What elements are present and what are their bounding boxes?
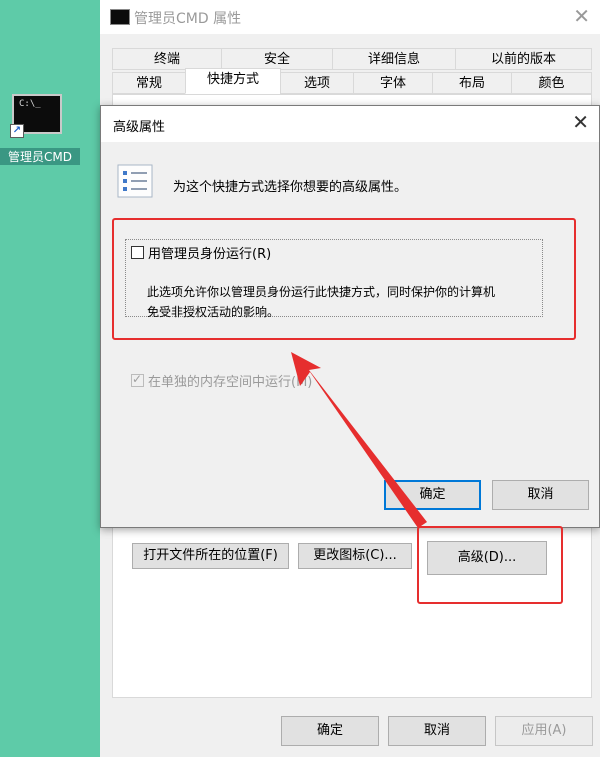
advanced-properties-dialog: 高级属性 ✕ 为这个快捷方式选择你想要的高级属性。 用管理员身份运行(R) 此选… [100,105,600,528]
separate-memory-label: 在单独的内存空间中运行(M) [148,375,313,390]
separate-memory-checkbox [131,372,144,387]
advanced-ok-button[interactable]: 确定 [384,480,481,510]
advanced-button[interactable]: 高级(D)... [427,541,547,575]
explanation-line-1: 此选项允许你以管理员身份运行此快捷方式，同时保护你的计算机 [147,285,496,299]
advanced-title: 高级属性 [113,120,166,135]
tab-options[interactable]: 选项 [280,72,354,94]
run-as-admin-checkbox[interactable] [131,246,144,259]
desktop-shortcut-label: 管理员CMD [0,148,80,165]
properties-ok-button[interactable]: 确定 [281,716,379,746]
cmd-app-icon [110,9,130,25]
shortcut-arrow-icon: ↗ [10,124,24,138]
properties-titlebar: 管理员CMD 属性 ✕ [100,0,600,34]
tab-layout[interactable]: 布局 [432,72,512,94]
run-as-admin-label[interactable]: 用管理员身份运行(R) [148,243,271,262]
tab-colors[interactable]: 颜色 [511,72,592,94]
tab-general[interactable]: 常规 [112,72,186,94]
run-as-admin-explanation: 此选项允许你以管理员身份运行此快捷方式，同时保护你的计算机 免受非授权活动的影响… [147,282,547,322]
tab-details[interactable]: 详细信息 [332,48,456,70]
tab-shortcut[interactable]: 快捷方式 [185,68,281,94]
cmd-thumb-text: C:\_ [19,99,41,109]
tab-previous-versions[interactable]: 以前的版本 [455,48,592,70]
close-icon[interactable]: ✕ [572,110,589,134]
advanced-cancel-button[interactable]: 取消 [492,480,589,510]
properties-cancel-button[interactable]: 取消 [388,716,486,746]
apply-button: 应用(A) [495,716,593,746]
tab-font[interactable]: 字体 [353,72,433,94]
checklist-icon [117,164,153,198]
open-file-location-button[interactable]: 打开文件所在的位置(F) [132,543,289,569]
advanced-titlebar: 高级属性 ✕ [101,106,599,142]
tab-security[interactable]: 安全 [221,48,333,70]
change-icon-button[interactable]: 更改图标(C)... [298,543,412,569]
advanced-description: 为这个快捷方式选择你想要的高级属性。 [173,180,408,195]
properties-title: 管理员CMD 属性 [134,11,242,27]
desktop-shortcut-cmd[interactable]: C:\_ ↗ 管理员CMD [0,88,80,166]
close-icon[interactable]: ✕ [573,4,590,28]
explanation-line-2: 免受非授权活动的影响。 [147,305,280,319]
tab-terminal[interactable]: 终端 [112,48,222,70]
